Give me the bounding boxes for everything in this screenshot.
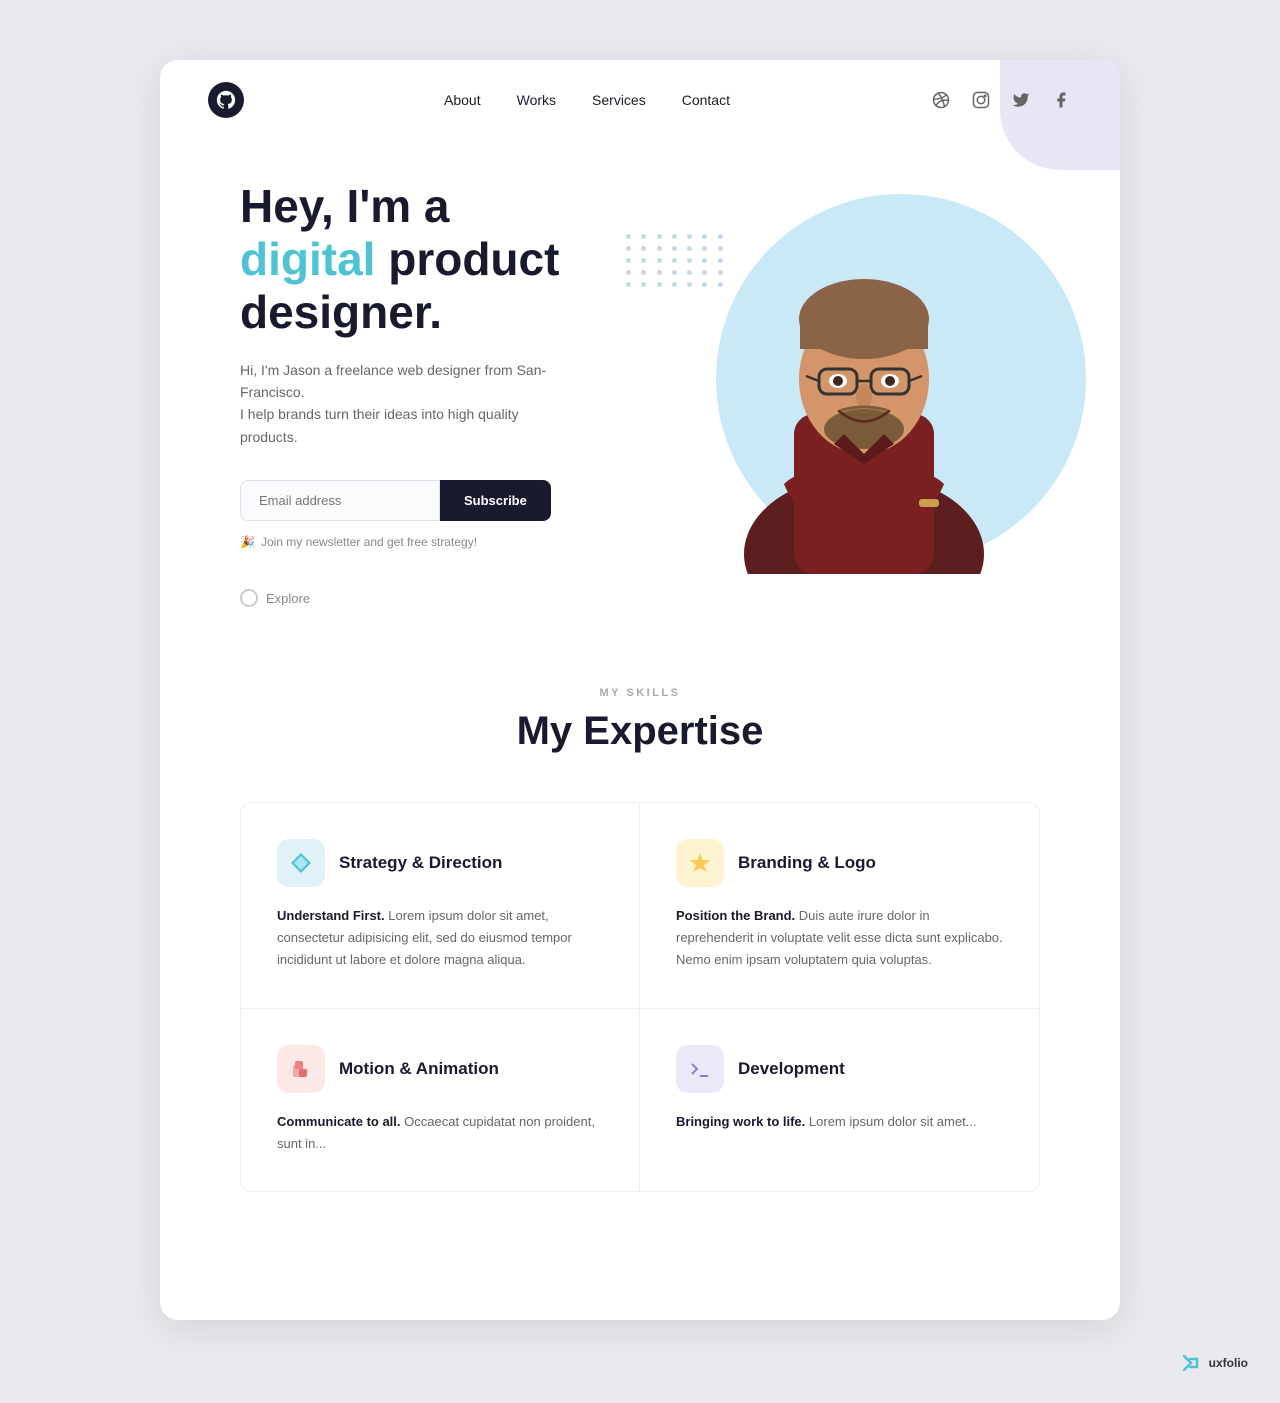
uxfolio-logo-icon (1183, 1355, 1203, 1371)
subscribe-form: Subscribe (240, 480, 656, 521)
nav-about[interactable]: About (444, 92, 481, 108)
navbar: About Works Services Contact (160, 60, 1120, 140)
logo[interactable] (208, 82, 244, 118)
card-title-development: Development (738, 1059, 845, 1079)
strategy-icon (277, 839, 325, 887)
development-icon (676, 1045, 724, 1093)
card-header-2: Branding & Logo (676, 839, 1003, 887)
hero-section: Hey, I'm adigital productdesigner. Hi, I… (160, 140, 1120, 627)
nav-services[interactable]: Services (592, 92, 646, 108)
card-title-branding: Branding & Logo (738, 853, 876, 873)
skills-title: My Expertise (208, 709, 1072, 754)
card-header-4: Development (676, 1045, 1003, 1093)
social-icons (930, 89, 1072, 111)
card-body-development: Bringing work to life. Lorem ipsum dolor… (676, 1111, 1003, 1133)
skills-label: MY SKILLS (208, 687, 1072, 699)
nav-works[interactable]: Works (517, 92, 556, 108)
card-motion: Motion & Animation Communicate to all. O… (241, 1009, 640, 1191)
hero-left: Hey, I'm adigital productdesigner. Hi, I… (240, 180, 656, 607)
card-strategy: Strategy & Direction Understand First. L… (241, 803, 640, 1008)
motion-icon (277, 1045, 325, 1093)
dribbble-icon[interactable] (930, 89, 952, 111)
uxfolio-badge: uxfolio (1183, 1355, 1248, 1371)
card-title-strategy: Strategy & Direction (339, 853, 502, 873)
dots-pattern: // Will generate dots via JS below (626, 234, 726, 314)
branding-icon (676, 839, 724, 887)
explore-circle-icon (240, 589, 258, 607)
card-body-strategy: Understand First. Lorem ipsum dolor sit … (277, 905, 603, 971)
email-input[interactable] (240, 480, 440, 521)
card-development: Development Bringing work to life. Lorem… (640, 1009, 1039, 1191)
nav-links: About Works Services Contact (444, 92, 730, 108)
cards-grid: Strategy & Direction Understand First. L… (240, 802, 1040, 1191)
explore-link[interactable]: Explore (240, 589, 656, 607)
party-emoji: 🎉 (240, 535, 255, 549)
hero-right: // Will generate dots via JS below (656, 214, 1072, 574)
card-body-branding: Position the Brand. Duis aute irure dolo… (676, 905, 1003, 971)
browser-window: About Works Services Contact (160, 60, 1120, 1320)
newsletter-note: 🎉 Join my newsletter and get free strate… (240, 535, 656, 549)
hero-description: Hi, I'm Jason a freelance web designer f… (240, 359, 580, 449)
subscribe-button[interactable]: Subscribe (440, 480, 551, 521)
hero-title: Hey, I'm adigital productdesigner. (240, 180, 656, 339)
twitter-icon[interactable] (1010, 89, 1032, 111)
skills-section: MY SKILLS My Expertise Strategy & Direct… (160, 627, 1120, 1231)
facebook-icon[interactable] (1050, 89, 1072, 111)
instagram-icon[interactable] (970, 89, 992, 111)
card-header-3: Motion & Animation (277, 1045, 603, 1093)
card-branding: Branding & Logo Position the Brand. Duis… (640, 803, 1039, 1008)
hero-person (714, 214, 1014, 574)
card-header: Strategy & Direction (277, 839, 603, 887)
nav-contact[interactable]: Contact (682, 92, 730, 108)
card-title-motion: Motion & Animation (339, 1059, 499, 1079)
uxfolio-label: uxfolio (1209, 1356, 1248, 1370)
card-body-motion: Communicate to all. Occaecat cupidatat n… (277, 1111, 603, 1155)
